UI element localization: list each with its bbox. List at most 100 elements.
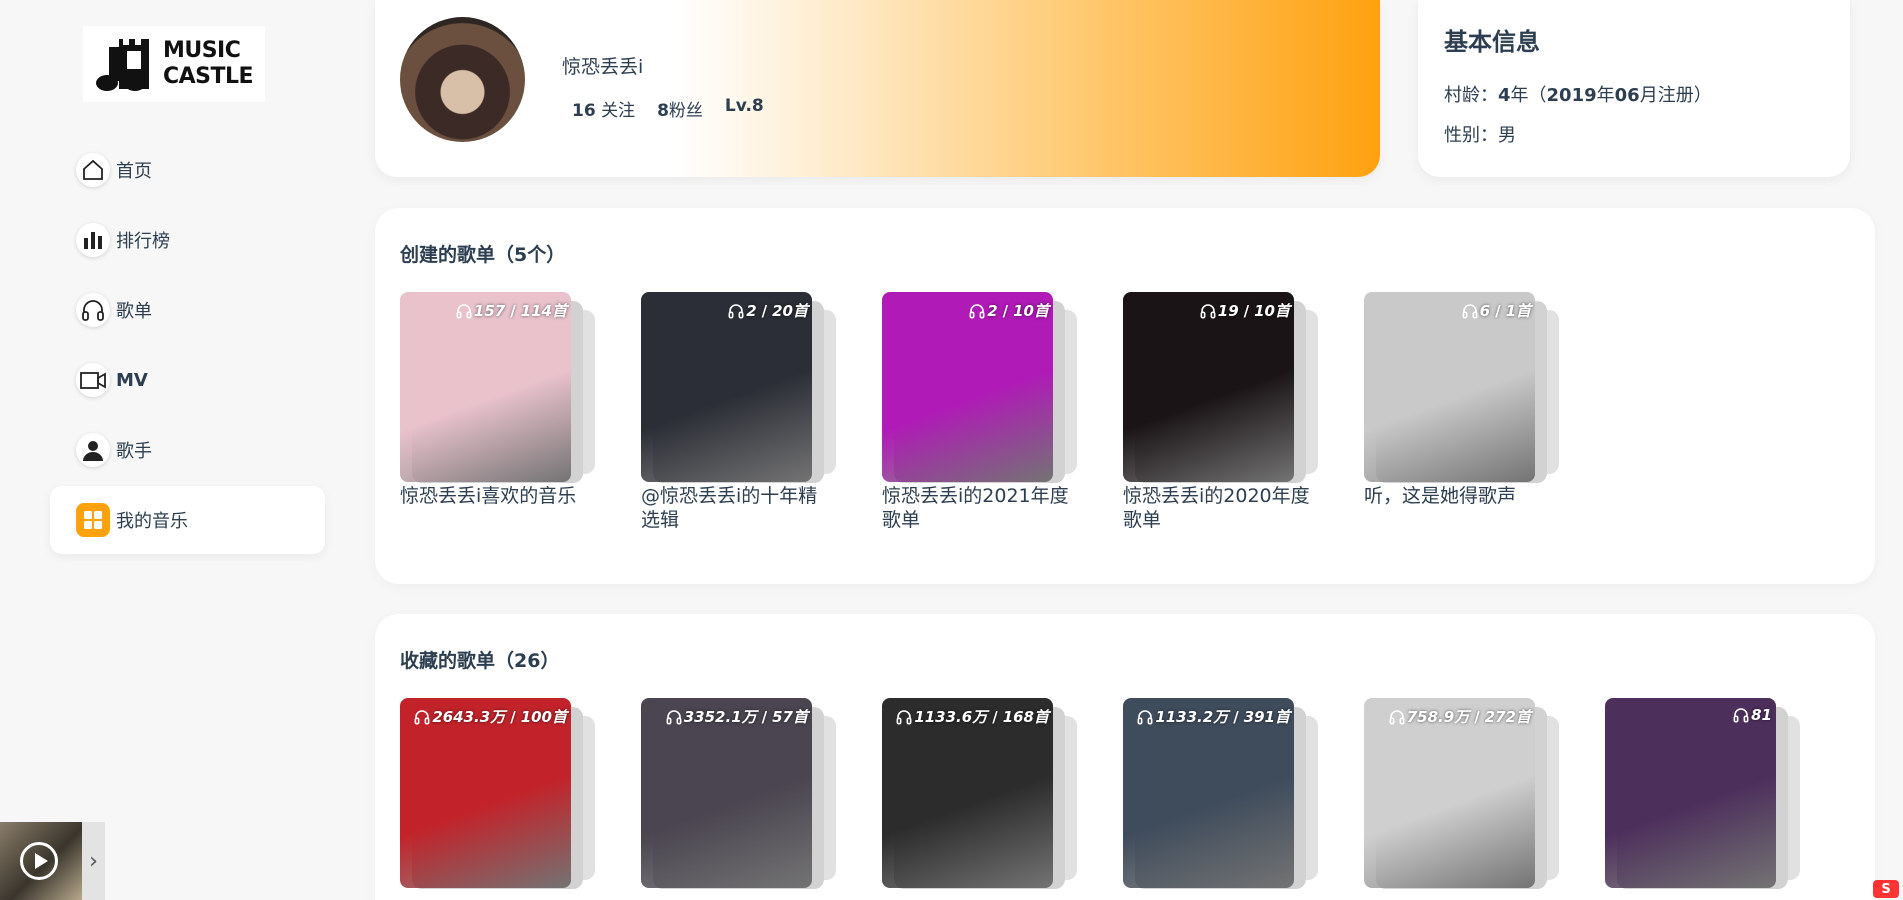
track-count: 10首 (1254, 302, 1290, 320)
follow-label: 关注 (601, 101, 636, 121)
nav-item-home[interactable]: 首页 (50, 136, 325, 204)
headphones-icon (666, 709, 682, 724)
headphones-icon (1200, 303, 1216, 318)
play-count: 2/10首 (969, 300, 1049, 321)
playlist-name[interactable]: 惊恐丢丢i的2021年度歌单 (882, 484, 1072, 532)
person-icon (76, 433, 110, 467)
play-count-value: 19 (1217, 301, 1239, 320)
play-count: 3352.1万/57首 (666, 706, 808, 727)
headphones-icon (1389, 709, 1405, 724)
playlist-cover[interactable]: 1133.6万/168首 (882, 698, 1053, 888)
playlist-name[interactable]: @惊恐丢丢i的十年精选辑 (641, 484, 831, 532)
playlist-card[interactable]: 2/10首惊恐丢丢i的2021年度歌单 (882, 292, 1077, 532)
headphones-icon (456, 303, 472, 318)
track-count: 1首 (1505, 302, 1531, 320)
account-age-row: 村龄：4年（2019年06月注册） (1444, 81, 1824, 107)
nav-label: MV (116, 369, 148, 391)
playlist-card[interactable]: 2643.3万/100首 (400, 698, 595, 889)
profile-card: 惊恐丢丢i 16 关注 8粉丝 Lv.8 (375, 0, 1380, 177)
nav-item-singers[interactable]: 歌手 (50, 416, 325, 484)
track-count: 168首 (1002, 708, 1049, 726)
track-count: 114首 (520, 302, 567, 320)
playlist-grid: 2643.3万/100首 3352.1万/57首 1133.6万/168首 1133.… (400, 698, 1800, 889)
play-count-value: 1133.2万 (1155, 708, 1229, 726)
created-playlists-section: 创建的歌单（5个） 157/114首 惊恐丢丢i喜欢的音乐 2/20首 @惊恐丢丢i的… (375, 208, 1875, 584)
playlist-card[interactable]: 157/114首 惊恐丢丢i喜欢的音乐 (400, 292, 595, 532)
nav-item-mv[interactable]: MV (50, 346, 325, 414)
play-count-value: 758.9万 (1406, 708, 1470, 726)
playlist-card[interactable]: 1133.6万/168首 (882, 698, 1077, 889)
playlist-name[interactable]: 惊恐丢丢i喜欢的音乐 (400, 484, 590, 508)
play-count: 19/10首 (1200, 300, 1290, 321)
play-count-value: 2 (987, 301, 998, 320)
playlist-cover[interactable]: 81 (1605, 698, 1776, 888)
bar-chart-icon (76, 223, 110, 257)
playlist-cover[interactable]: 758.9万/272首 (1364, 698, 1535, 888)
profile-stats: 16 关注 8粉丝 Lv.8 (572, 96, 764, 121)
favorite-playlists-section: 收藏的歌单（26） 2643.3万/100首 3352.1万/57首 1133.6万… (375, 614, 1875, 900)
basic-info-card: 基本信息 村龄：4年（2019年06月注册） 性别：男 (1418, 0, 1850, 177)
playlist-card[interactable]: 1133.2万/391首 (1123, 698, 1318, 889)
nav-label: 歌手 (116, 441, 152, 462)
play-count: 6/1首 (1462, 300, 1531, 321)
fans-label: 粉丝 (668, 101, 703, 121)
play-count: 1133.2万/391首 (1137, 706, 1290, 727)
play-count: 2643.3万/100首 (414, 706, 567, 727)
logo-text: MUSIC CASTLE (163, 38, 254, 90)
playlist-card[interactable]: 3352.1万/57首 (641, 698, 836, 889)
username: 惊恐丢丢i (562, 56, 644, 78)
nav-item-charts[interactable]: 排行榜 (50, 206, 325, 274)
playlist-card[interactable]: 81 (1605, 698, 1800, 889)
nav-item-playlists[interactable]: 歌单 (50, 276, 325, 344)
nav-label: 我的音乐 (116, 511, 188, 532)
nav-label: 排行榜 (116, 231, 170, 252)
playlist-cover[interactable]: 1133.2万/391首 (1123, 698, 1294, 888)
playlist-cover[interactable]: 2/10首 (882, 292, 1053, 482)
playlist-cover[interactable]: 3352.1万/57首 (641, 698, 812, 888)
sidebar: MUSIC CASTLE 首页 排行榜 歌单 MV 歌手 我的音乐 (0, 0, 340, 900)
nav-label: 首页 (116, 161, 152, 182)
playlist-cover[interactable]: 2/20首 (641, 292, 812, 482)
play-count: 1133.6万/168首 (896, 706, 1049, 727)
playlist-name[interactable]: 惊恐丢丢i的2020年度歌单 (1123, 484, 1313, 532)
fans-stat[interactable]: 8粉丝 (657, 96, 703, 121)
follow-stat[interactable]: 16 关注 (572, 96, 635, 121)
age-value: 4 (1498, 85, 1511, 106)
playlist-cover[interactable]: 157/114首 (400, 292, 571, 482)
follow-count: 16 (572, 101, 596, 121)
playlist-card[interactable]: 19/10首惊恐丢丢i的2020年度歌单 (1123, 292, 1318, 532)
track-count: 391首 (1243, 708, 1290, 726)
play-count: 2/20首 (728, 300, 808, 321)
logo[interactable]: MUSIC CASTLE (83, 26, 265, 102)
play-count: 758.9万/272首 (1389, 706, 1531, 727)
playlist-cover[interactable]: 2643.3万/100首 (400, 698, 571, 888)
headphones-icon (1733, 708, 1749, 723)
gender-label: 性别： (1444, 125, 1498, 146)
play-count-value: 1133.6万 (914, 708, 988, 726)
track-count: 100首 (520, 708, 567, 726)
music-castle-logo-icon (95, 39, 149, 91)
playlist-cover[interactable]: 6/1首 (1364, 292, 1535, 482)
playlist-card[interactable]: 2/20首 @惊恐丢丢i的十年精选辑 (641, 292, 836, 532)
level-badge: Lv.8 (724, 96, 764, 116)
nav-item-my-music[interactable]: 我的音乐 (50, 486, 325, 554)
headphones-icon (969, 303, 985, 318)
nav-label: 歌单 (116, 301, 152, 322)
reg-month: 06 (1614, 85, 1640, 106)
video-camera-icon (76, 363, 110, 397)
playlist-card[interactable]: 6/1首听，这是她得歌声 (1364, 292, 1559, 532)
play-count-value: 6 (1479, 301, 1491, 320)
playlist-card[interactable]: 758.9万/272首 (1364, 698, 1559, 889)
avatar[interactable] (400, 17, 525, 142)
mini-player-toggle[interactable]: › (82, 822, 105, 900)
playlist-name[interactable]: 听，这是她得歌声 (1364, 484, 1554, 508)
section-title: 创建的歌单（5个） (400, 244, 566, 266)
play-count-value: 3352.1万 (683, 708, 757, 726)
play-icon[interactable] (20, 842, 58, 880)
track-count: 10首 (1013, 302, 1049, 320)
age-unit: 年（ (1510, 85, 1547, 106)
play-count-value: 2 (746, 301, 757, 320)
playlist-cover[interactable]: 19/10首 (1123, 292, 1294, 482)
mini-player-cover[interactable] (0, 822, 82, 900)
section-title: 收藏的歌单（26） (400, 650, 560, 672)
